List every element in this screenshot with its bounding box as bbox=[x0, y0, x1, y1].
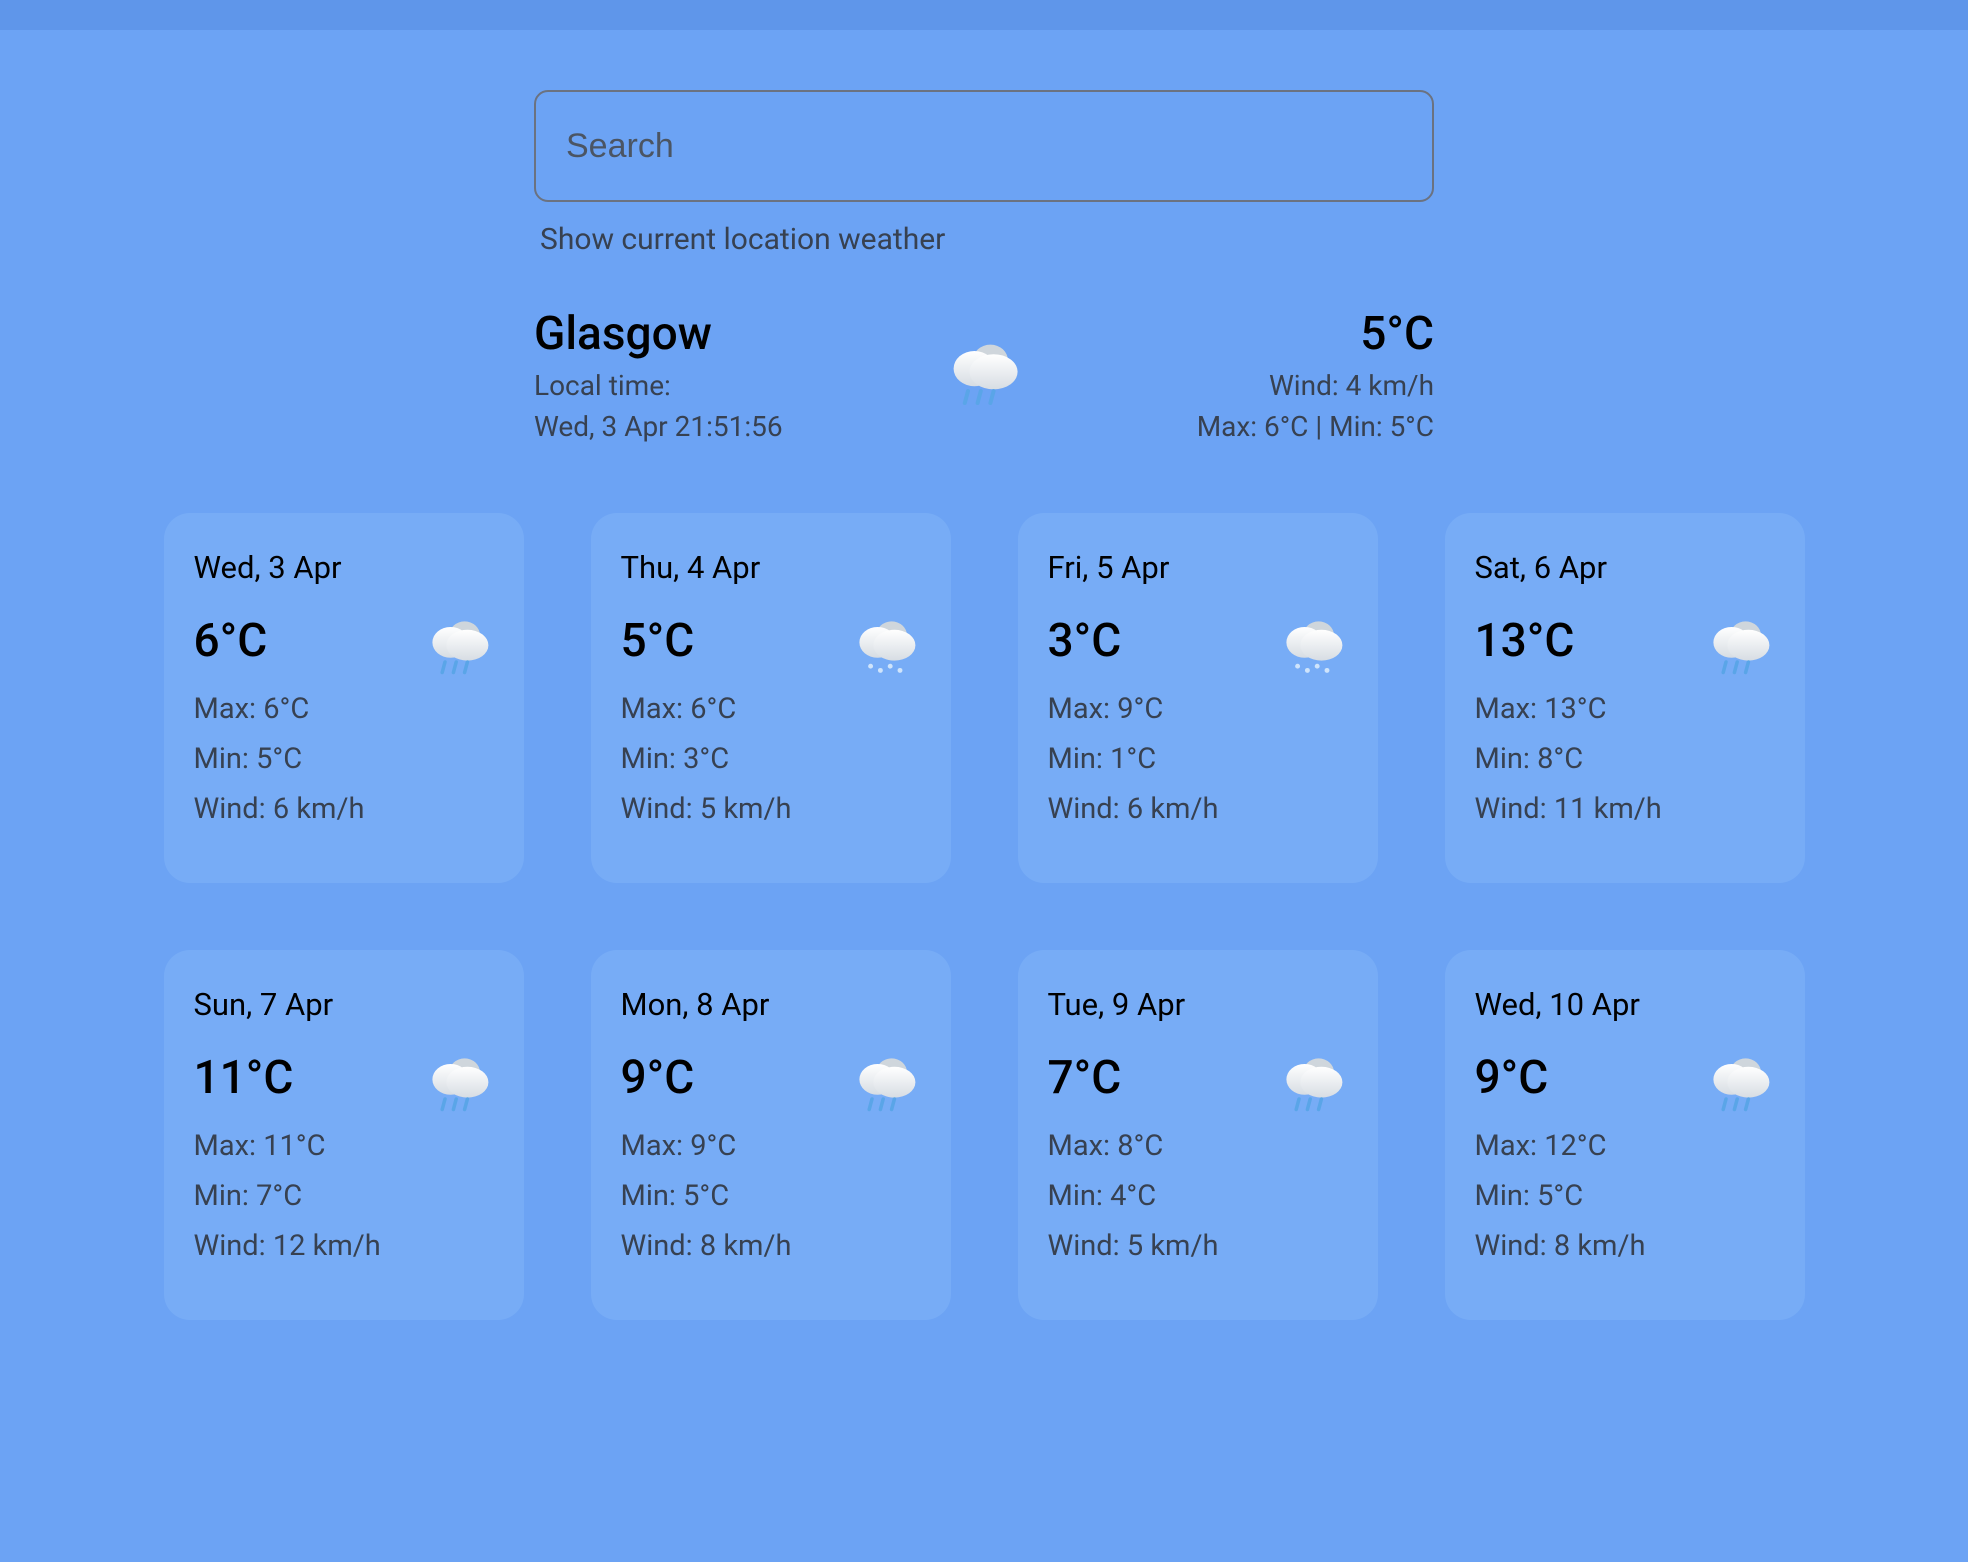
forecast-wind: Wind: 12 km/h bbox=[194, 1229, 494, 1263]
forecast-min: Min: 3°C bbox=[621, 742, 921, 776]
forecast-date: Wed, 3 Apr bbox=[194, 549, 494, 586]
forecast-card: Mon, 8 Apr 9°C Max: 9°C Min: 5°C bbox=[591, 950, 951, 1320]
forecast-date: Sun, 7 Apr bbox=[194, 986, 494, 1023]
forecast-max: Max: 11°C bbox=[194, 1129, 494, 1163]
forecast-date: Thu, 4 Apr bbox=[621, 549, 921, 586]
weather-icon bbox=[851, 606, 921, 676]
forecast-min: Min: 5°C bbox=[194, 742, 494, 776]
forecast-card: Sun, 7 Apr 11°C Max: 11°C Min: 7°C bbox=[164, 950, 524, 1320]
current-temperature: 5°C bbox=[1044, 307, 1434, 361]
forecast-card: Sat, 6 Apr 13°C Max: 13°C Min: 8°C bbox=[1445, 513, 1805, 883]
current-weather: Glasgow Local time: Wed, 3 Apr 21:51:56 bbox=[534, 307, 1434, 443]
forecast-temp: 11°C bbox=[194, 1051, 294, 1105]
forecast-min: Min: 1°C bbox=[1048, 742, 1348, 776]
forecast-temp: 3°C bbox=[1048, 614, 1122, 668]
forecast-date: Mon, 8 Apr bbox=[621, 986, 921, 1023]
current-right: 5°C Wind: 4 km/h Max: 6°C | Min: 5°C bbox=[1044, 307, 1434, 443]
forecast-wind: Wind: 5 km/h bbox=[1048, 1229, 1348, 1263]
weather-icon bbox=[1705, 606, 1775, 676]
local-time-value: Wed, 3 Apr 21:51:56 bbox=[534, 410, 924, 443]
weather-icon bbox=[1278, 1043, 1348, 1113]
main-container: Show current location weather Glasgow Lo… bbox=[0, 30, 1968, 1320]
forecast-min: Min: 8°C bbox=[1475, 742, 1775, 776]
search-input[interactable] bbox=[534, 90, 1434, 202]
forecast-date: Wed, 10 Apr bbox=[1475, 986, 1775, 1023]
forecast-wind: Wind: 5 km/h bbox=[621, 792, 921, 826]
forecast-min: Min: 5°C bbox=[1475, 1179, 1775, 1213]
forecast-date: Fri, 5 Apr bbox=[1048, 549, 1348, 586]
weather-icon bbox=[851, 1043, 921, 1113]
forecast-max: Max: 9°C bbox=[621, 1129, 921, 1163]
forecast-min: Min: 5°C bbox=[621, 1179, 921, 1213]
weather-icon bbox=[424, 1043, 494, 1113]
forecast-card: Tue, 9 Apr 7°C Max: 8°C Min: 4°C bbox=[1018, 950, 1378, 1320]
forecast-temp: 9°C bbox=[621, 1051, 695, 1105]
weather-icon bbox=[1705, 1043, 1775, 1113]
current-location-link[interactable]: Show current location weather bbox=[534, 222, 1434, 257]
weather-icon bbox=[1278, 606, 1348, 676]
forecast-temp: 9°C bbox=[1475, 1051, 1549, 1105]
city-name: Glasgow bbox=[534, 307, 924, 361]
forecast-max: Max: 6°C bbox=[194, 692, 494, 726]
forecast-wind: Wind: 6 km/h bbox=[1048, 792, 1348, 826]
forecast-date: Tue, 9 Apr bbox=[1048, 986, 1348, 1023]
forecast-temp: 6°C bbox=[194, 614, 268, 668]
forecast-grid: Wed, 3 Apr 6°C Max: 6°C Min: 5°C bbox=[160, 513, 1808, 1320]
forecast-date: Sat, 6 Apr bbox=[1475, 549, 1775, 586]
search-section: Show current location weather bbox=[534, 90, 1434, 257]
current-left: Glasgow Local time: Wed, 3 Apr 21:51:56 bbox=[534, 307, 924, 443]
forecast-max: Max: 6°C bbox=[621, 692, 921, 726]
forecast-temp: 7°C bbox=[1048, 1051, 1122, 1105]
forecast-card: Fri, 5 Apr 3°C Max: 9°C Min: bbox=[1018, 513, 1378, 883]
weather-icon bbox=[944, 327, 1024, 407]
forecast-card: Wed, 3 Apr 6°C Max: 6°C Min: 5°C bbox=[164, 513, 524, 883]
current-wind: Wind: 4 km/h bbox=[1044, 369, 1434, 402]
forecast-max: Max: 8°C bbox=[1048, 1129, 1348, 1163]
forecast-min: Min: 4°C bbox=[1048, 1179, 1348, 1213]
forecast-card: Thu, 4 Apr 5°C Max: 6°C Min: bbox=[591, 513, 951, 883]
local-time-label: Local time: bbox=[534, 369, 924, 402]
forecast-wind: Wind: 8 km/h bbox=[621, 1229, 921, 1263]
forecast-card: Wed, 10 Apr 9°C Max: 12°C Min: 5°C bbox=[1445, 950, 1805, 1320]
forecast-max: Max: 9°C bbox=[1048, 692, 1348, 726]
forecast-temp: 5°C bbox=[621, 614, 695, 668]
current-icon-wrap bbox=[924, 307, 1044, 411]
forecast-max: Max: 12°C bbox=[1475, 1129, 1775, 1163]
forecast-min: Min: 7°C bbox=[194, 1179, 494, 1213]
forecast-wind: Wind: 8 km/h bbox=[1475, 1229, 1775, 1263]
forecast-max: Max: 13°C bbox=[1475, 692, 1775, 726]
forecast-wind: Wind: 11 km/h bbox=[1475, 792, 1775, 826]
current-maxmin: Max: 6°C | Min: 5°C bbox=[1044, 410, 1434, 443]
forecast-wind: Wind: 6 km/h bbox=[194, 792, 494, 826]
top-bar bbox=[0, 0, 1968, 30]
forecast-temp: 13°C bbox=[1475, 614, 1575, 668]
weather-icon bbox=[424, 606, 494, 676]
